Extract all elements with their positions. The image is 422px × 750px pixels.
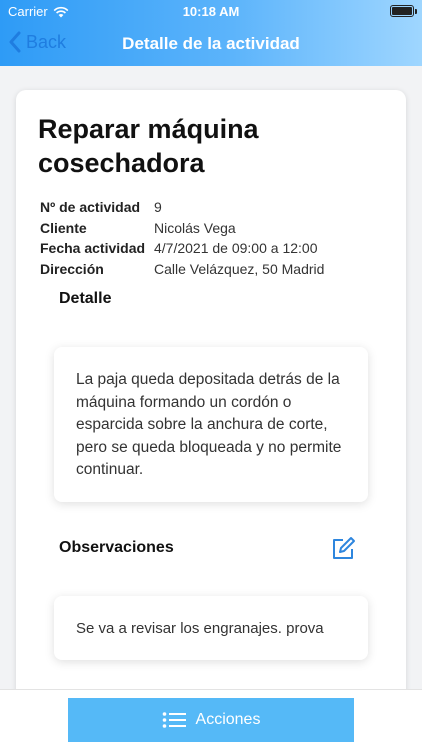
- info-value: Nicolás Vega: [154, 219, 236, 236]
- actions-button[interactable]: Acciones: [68, 698, 354, 742]
- info-row: Dirección Calle Velázquez, 50 Madrid: [40, 259, 324, 280]
- status-time: 10:18 AM: [182, 4, 240, 19]
- edit-icon[interactable]: [330, 536, 356, 562]
- info-value: Calle Velázquez, 50 Madrid: [154, 260, 325, 277]
- info-value: 4/7/2021 de 09:00 a 12:00: [154, 240, 318, 257]
- info-value: 9: [154, 199, 162, 216]
- info-row: Cliente Nicolás Vega: [40, 218, 324, 239]
- info-row: Fecha actividad 4/7/2021 de 09:00 a 12:0…: [40, 238, 324, 259]
- detail-heading: Detalle: [59, 290, 112, 307]
- activity-info: Nº de actividad 9 Cliente Nicolás Vega F…: [40, 197, 324, 279]
- info-row: Nº de actividad 9: [40, 197, 324, 218]
- nav-title: Detalle de la actividad: [122, 34, 300, 53]
- activity-title: Reparar máquina cosechadora: [38, 114, 259, 178]
- navigation-bar: Back Detalle de la actividad: [0, 22, 422, 66]
- observations-card: Se va a revisar los engranajes. prova: [54, 596, 368, 660]
- observations-text: Se va a revisar los engranajes. prova: [76, 620, 324, 637]
- detail-text: La paja queda depositada detrás de la má…: [76, 371, 342, 478]
- status-bar: Carrier 10:18 AM: [0, 0, 422, 22]
- detail-card: La paja queda depositada detrás de la má…: [54, 347, 368, 502]
- app-header: Carrier 10:18 AM Back Detalle de la acti…: [0, 0, 422, 66]
- info-label: Cliente: [40, 219, 87, 236]
- info-label: Dirección: [40, 260, 104, 277]
- battery-icon: [390, 5, 417, 17]
- list-icon: [162, 712, 186, 728]
- info-label: Nº de actividad: [40, 199, 141, 216]
- bottom-bar: Acciones: [0, 689, 422, 750]
- observations-heading: Observaciones: [59, 539, 174, 556]
- activity-card: Reparar máquina cosechadora Nº de activi…: [16, 90, 406, 700]
- info-label: Fecha actividad: [40, 240, 146, 257]
- actions-label: Acciones: [195, 711, 261, 728]
